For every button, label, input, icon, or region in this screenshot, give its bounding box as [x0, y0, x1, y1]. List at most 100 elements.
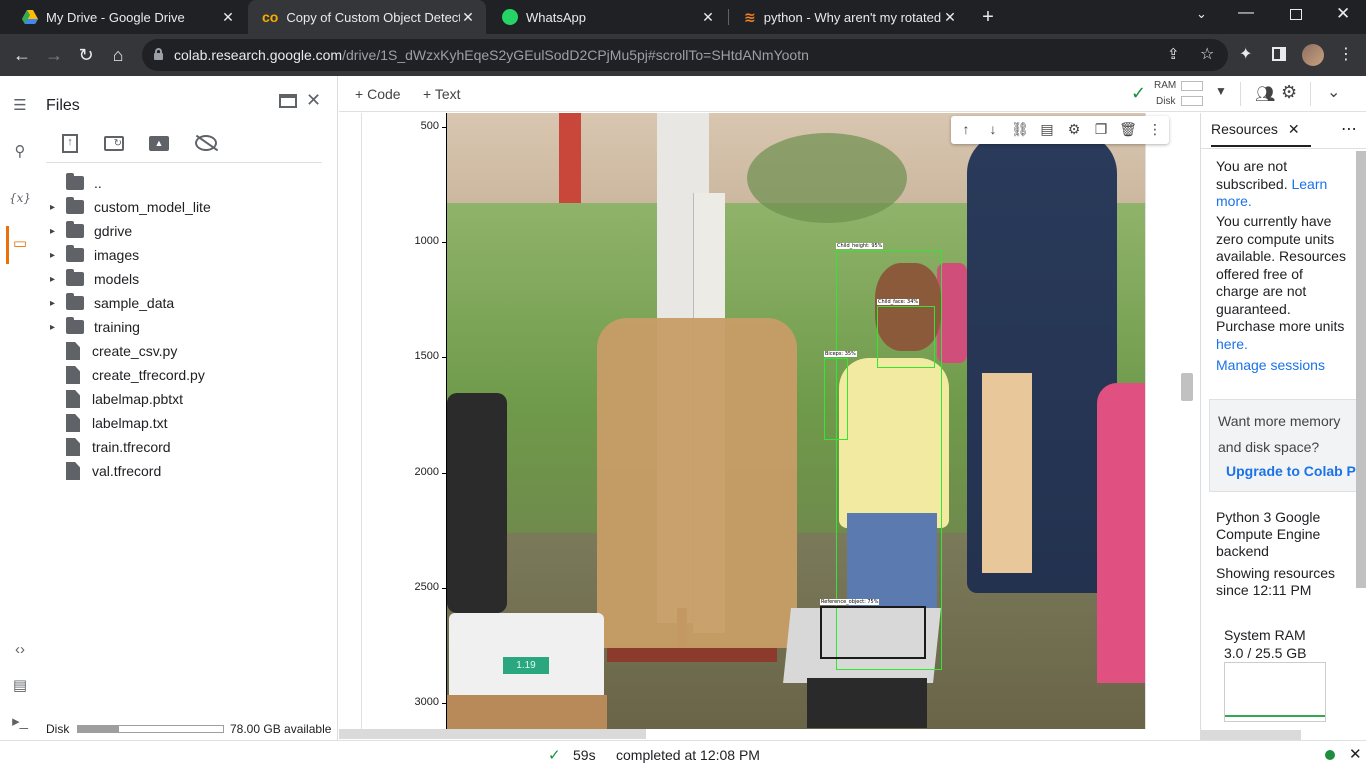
hide-files-icon[interactable]	[195, 134, 219, 152]
expand-caret-icon[interactable]: ▸	[50, 274, 66, 285]
forward-arrow-icon[interactable]: →	[41, 42, 67, 68]
files-panel: Files ✕ ↑ ↻ ▲ .. ▸ custom_model_lite ▸ gdriv…	[40, 76, 338, 740]
expand-caret-icon[interactable]: ▸	[50, 250, 66, 261]
cell-settings-icon[interactable]: ⚙	[1061, 116, 1087, 142]
settings-gear-icon[interactable]: ⚙	[1281, 82, 1297, 103]
extensions-puzzle-icon[interactable]: ✦	[1239, 44, 1252, 64]
url-text[interactable]: colab.research.google.com/drive/1S_dWzxK…	[174, 47, 809, 63]
disk-label: Disk	[46, 722, 70, 736]
folder-item[interactable]: ▸ sample_data	[50, 291, 174, 315]
colab-icon: co	[262, 9, 279, 25]
expand-caret-icon[interactable]: ▸	[50, 202, 66, 213]
folder-item[interactable]: ▸ images	[50, 243, 139, 267]
resources-tab[interactable]: Resources ✕	[1211, 121, 1311, 147]
minimize-button[interactable]: —	[1238, 4, 1254, 22]
expand-caret-icon[interactable]: ▸	[50, 226, 66, 237]
connection-status-dot[interactable]	[1325, 750, 1335, 760]
comment-icon[interactable]: ▤	[1034, 116, 1060, 142]
showing-since: Showing resources since 12:11 PM	[1216, 565, 1336, 598]
link-icon[interactable]: ⛓	[1007, 116, 1033, 142]
browser-menu-icon[interactable]: ⋮	[1338, 44, 1354, 64]
runtime-dropdown-icon[interactable]: ▼	[1215, 84, 1227, 98]
subscription-info: You are not subscribed. Learn more.	[1216, 158, 1328, 209]
close-tab-icon[interactable]: ✕	[460, 9, 476, 26]
side-panel-icon[interactable]	[1272, 47, 1286, 61]
bookmark-star-icon[interactable]: ☆	[1200, 44, 1214, 64]
file-item[interactable]: val.tfrecord	[50, 459, 161, 483]
refresh-folder-icon[interactable]: ↻	[104, 136, 124, 151]
expand-caret-icon[interactable]: ▸	[50, 322, 66, 333]
upgrade-promo-box: Want more memory and disk space? Upgrade…	[1209, 399, 1366, 492]
close-tab-icon[interactable]: ✕	[700, 9, 716, 26]
table-of-contents-icon[interactable]: ☰	[8, 94, 32, 118]
upload-file-icon[interactable]: ↑	[62, 134, 78, 153]
tab-title: python - Why aren't my rotated i	[763, 9, 942, 25]
share-icon[interactable]: ⇪	[1167, 45, 1180, 63]
tab-stackoverflow[interactable]: ≋ python - Why aren't my rotated i ✕	[730, 0, 968, 34]
folder-item[interactable]: ▸ custom_model_lite	[50, 195, 211, 219]
expand-caret-icon[interactable]: ▸	[50, 298, 66, 309]
delete-cell-icon[interactable]: 🗑︎	[1115, 116, 1141, 142]
file-item[interactable]: labelmap.pbtxt	[50, 387, 183, 411]
move-cell-up-icon[interactable]: ↑	[953, 116, 979, 142]
close-window-button[interactable]: ✕	[1336, 4, 1350, 24]
reload-icon[interactable]: ↻	[73, 42, 99, 68]
files-folder-icon[interactable]: ▭	[8, 232, 32, 256]
add-code-button[interactable]: + Code	[355, 86, 401, 102]
lock-icon[interactable]	[154, 48, 163, 60]
close-tab-icon[interactable]: ✕	[220, 9, 236, 26]
terminal-icon[interactable]: ▸_	[8, 710, 32, 734]
upgrade-button[interactable]: Upgrade to Colab Pro	[1226, 463, 1366, 479]
tab-whatsapp[interactable]: WhatsApp ✕	[488, 0, 726, 34]
file-icon	[66, 414, 80, 432]
more-options-icon[interactable]: ⋮	[1142, 116, 1168, 142]
file-name: models	[94, 271, 140, 287]
disk-meter[interactable]	[1181, 96, 1203, 106]
folder-item[interactable]: ▸ training	[50, 315, 140, 339]
move-cell-down-icon[interactable]: ↓	[980, 116, 1006, 142]
tab-search-icon[interactable]: ⌄	[1196, 6, 1207, 22]
manage-sessions-link[interactable]: Manage sessions	[1216, 357, 1325, 373]
parent-folder-item[interactable]: ..	[50, 171, 102, 195]
left-rail: ☰ ⚲ {𝑥} ▭ ‹› ▤ ▸_	[0, 76, 40, 740]
close-panel-icon[interactable]: ✕	[306, 90, 321, 111]
file-item[interactable]: labelmap.txt	[50, 411, 167, 435]
folder-item[interactable]: ▸ gdrive	[50, 219, 132, 243]
file-item[interactable]: create_csv.py	[50, 339, 177, 363]
files-title: Files	[46, 97, 80, 114]
home-icon[interactable]: ⌂	[105, 42, 131, 68]
mount-drive-icon[interactable]: ▲	[149, 136, 169, 151]
resources-menu-icon[interactable]: ⋯	[1341, 119, 1357, 139]
command-palette-icon[interactable]: ▤	[8, 674, 32, 698]
profile-avatar[interactable]	[1302, 44, 1324, 66]
horizontal-scrollbar[interactable]	[339, 729, 646, 739]
open-in-tab-icon[interactable]	[279, 94, 297, 108]
connected-check-icon[interactable]: ✓	[1131, 83, 1146, 104]
tab-google-drive[interactable]: My Drive - Google Drive ✕	[8, 0, 246, 34]
close-status-icon[interactable]: ✕	[1349, 745, 1362, 763]
notebook-scrollbar[interactable]	[1181, 373, 1193, 401]
add-text-button[interactable]: + Text	[423, 86, 461, 102]
new-tab-button[interactable]: +	[976, 5, 1000, 29]
purchase-here-link[interactable]: here.	[1216, 336, 1248, 352]
y-tick-label: 1000	[414, 235, 439, 248]
file-item[interactable]: train.tfrecord	[50, 435, 171, 459]
tab-colab-notebook[interactable]: co Copy of Custom Object Detection ✕	[248, 0, 486, 34]
close-resources-icon[interactable]: ✕	[1288, 121, 1300, 137]
folder-item[interactable]: ▸ models	[50, 267, 139, 291]
resources-scrollbar[interactable]	[1356, 151, 1366, 588]
search-icon[interactable]: ⚲	[8, 140, 32, 164]
motorcycle	[447, 393, 507, 613]
variables-icon[interactable]: {𝑥}	[8, 186, 32, 210]
mirror-cell-icon[interactable]: ❐	[1088, 116, 1114, 142]
share-people-icon[interactable]: 👥︎	[1255, 84, 1275, 104]
file-name: val.tfrecord	[92, 463, 162, 479]
ram-meter[interactable]	[1181, 81, 1203, 91]
file-item[interactable]: create_tfrecord.py	[50, 363, 205, 387]
code-snippets-icon[interactable]: ‹›	[8, 638, 32, 662]
restore-button[interactable]	[1290, 9, 1302, 20]
collapse-header-icon[interactable]: ⌄	[1327, 82, 1340, 102]
close-tab-icon[interactable]: ✕	[942, 9, 958, 26]
back-arrow-icon[interactable]: ←	[9, 42, 35, 68]
bbox-reference-object	[820, 606, 926, 659]
